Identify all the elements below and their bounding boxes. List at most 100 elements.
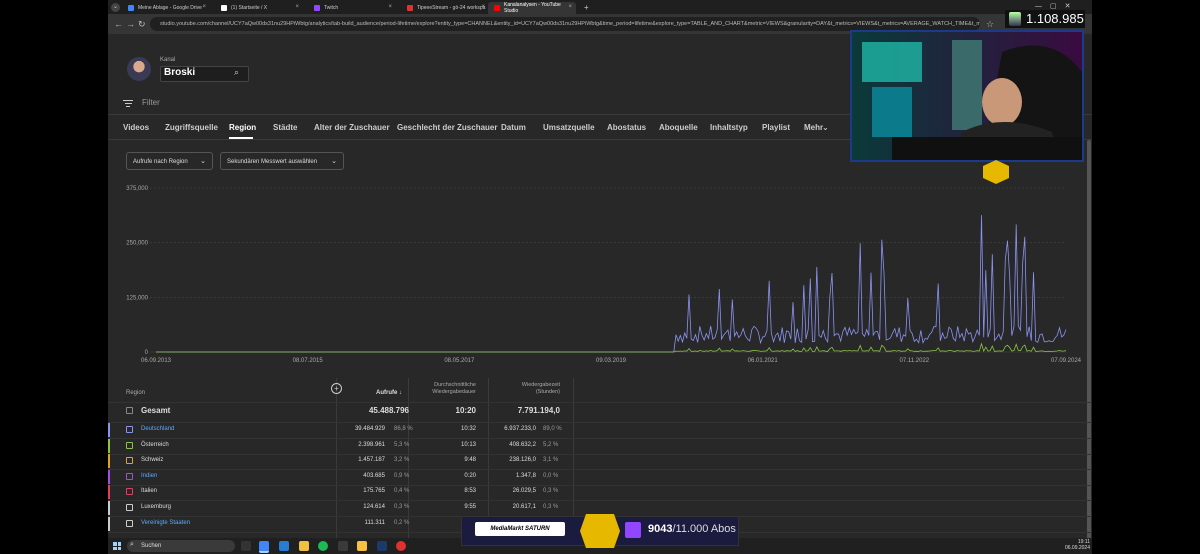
row-checkbox[interactable] xyxy=(126,519,133,527)
region-name[interactable]: Indien xyxy=(141,473,157,479)
browser-tab[interactable]: Kanalanalysen - YouTube Studio × xyxy=(488,2,576,14)
analytics-tab[interactable]: Inhaltstyp xyxy=(710,123,748,132)
channel-label: Kanal xyxy=(160,57,176,63)
task-view-icon[interactable] xyxy=(241,541,251,551)
analytics-tab[interactable]: Playlist xyxy=(762,123,790,132)
row-divider xyxy=(108,453,1092,455)
row-avg-duration: 10:13 xyxy=(460,441,476,448)
analytics-tab[interactable]: Datum xyxy=(501,123,526,132)
viewer-avatar xyxy=(1009,12,1021,26)
x-tick-label: 07.11.2022 xyxy=(900,358,930,364)
sub-goal-target: /11.000 Abos xyxy=(672,523,736,535)
series-line-oesterreich xyxy=(156,342,1067,353)
region-name[interactable]: Deutschland xyxy=(141,426,174,432)
analytics-tab[interactable]: Geschlecht der Zuschauer xyxy=(397,123,497,132)
star-icon[interactable]: ☆ xyxy=(986,17,994,31)
row-checkbox[interactable] xyxy=(126,441,133,449)
region-name[interactable]: Vereinigte Staaten xyxy=(141,520,190,526)
row-views-pct: 0,9 % xyxy=(394,472,410,479)
spotify-icon[interactable] xyxy=(318,541,328,551)
row-views: 175.765 xyxy=(363,488,385,495)
analytics-tab[interactable]: Zugriffsquelle xyxy=(165,123,218,132)
row-checkbox[interactable] xyxy=(126,457,133,465)
add-column-icon[interactable]: + xyxy=(331,383,342,394)
browser-tab[interactable]: Twitch × xyxy=(308,2,396,14)
row-checkbox[interactable] xyxy=(126,504,133,511)
browser-tab[interactable]: (1) Startseite / X × xyxy=(215,2,303,14)
row-color-indicator xyxy=(108,438,110,453)
new-tab-button[interactable]: + xyxy=(584,3,589,12)
row-watch-pct: 0,0 % xyxy=(543,472,559,479)
analytics-tab[interactable]: Alter der Zuschauer xyxy=(314,123,390,132)
row-divider xyxy=(108,484,1092,486)
y-tick-label: 0 xyxy=(145,350,149,356)
close-tab-icon[interactable]: × xyxy=(481,4,485,10)
secondary-metric-label: Sekundären Messwert auswählen xyxy=(227,159,318,165)
tab-menu-icon[interactable]: ⌄ xyxy=(111,3,120,12)
row-color-indicator xyxy=(108,469,110,484)
row-views: 403.685 xyxy=(363,472,385,479)
close-tab-icon[interactable]: × xyxy=(568,4,572,10)
metric-dropdown[interactable]: Aufrufe nach Region ⌄ xyxy=(126,152,213,170)
region-name: Italien xyxy=(141,488,158,495)
viewer-count: 1.108.985 xyxy=(1026,11,1084,26)
window-controls[interactable]: —▢✕ xyxy=(1035,2,1078,10)
row-checkbox[interactable] xyxy=(126,488,133,496)
sponsor-logo: MediaMarkt SATURN xyxy=(475,522,565,536)
row-views-pct: 5,3 % xyxy=(394,441,410,448)
windows-start-icon[interactable] xyxy=(113,542,121,550)
x-tick-label: 09.03.2019 xyxy=(596,358,627,364)
channel-name: Broski xyxy=(164,67,196,78)
analytics-tab[interactable]: Videos xyxy=(123,123,149,132)
row-views-pct: 0,4 % xyxy=(394,488,410,495)
forward-icon[interactable]: → xyxy=(126,17,135,31)
mail-icon[interactable] xyxy=(279,541,289,551)
search-icon[interactable]: ⌕ xyxy=(234,67,239,78)
row-views: 111.311 xyxy=(364,519,385,526)
row-color-indicator xyxy=(108,485,110,500)
analytics-tab[interactable]: Aboquelle xyxy=(659,123,698,132)
sort-arrow-icon: ↓ xyxy=(397,390,403,396)
row-views-pct: 3,2 % xyxy=(394,457,410,464)
analytics-tab[interactable]: Umsatzquelle xyxy=(543,123,595,132)
row-checkbox[interactable] xyxy=(126,426,133,433)
chrome-icon[interactable] xyxy=(259,541,269,553)
browser-tab[interactable]: Meine Ablage - Google Drive × xyxy=(122,2,210,14)
filter-input[interactable]: Filter xyxy=(142,98,160,107)
analytics-tab[interactable]: Region xyxy=(229,123,256,132)
row-watch-time: 1.347,8 xyxy=(515,472,536,479)
reload-icon[interactable]: ↻ xyxy=(138,17,146,31)
row-checkbox[interactable] xyxy=(126,472,133,480)
total-watch-time: 7.791.194,0 xyxy=(517,406,560,415)
chevron-down-icon: ⌄ xyxy=(331,158,337,165)
row-color-indicator xyxy=(108,423,110,437)
close-tab-icon[interactable]: × xyxy=(295,4,299,10)
close-tab-icon[interactable]: × xyxy=(202,4,206,10)
app-icon[interactable] xyxy=(338,541,348,551)
row-views: 1.457.187 xyxy=(358,457,385,464)
analytics-tab[interactable]: Abostatus xyxy=(607,123,646,132)
tab-favicon-icon xyxy=(494,5,500,11)
taskbar-search-icon: ⌕ xyxy=(130,541,134,548)
analytics-tab[interactable]: Mehr xyxy=(804,123,823,132)
row-watch-pct: 3,1 % xyxy=(543,457,559,464)
secondary-metric-dropdown[interactable]: Sekundären Messwert auswählen ⌄ xyxy=(220,152,344,170)
series-line-deutschland xyxy=(156,215,1067,353)
browser-tab[interactable]: TipeeeStream - gö-24 workspa × xyxy=(401,2,489,14)
channel-logo xyxy=(580,514,620,548)
tab-favicon-icon xyxy=(128,5,134,11)
header-views[interactable]: Aufrufe ↓ xyxy=(376,390,402,396)
address-bar[interactable]: studio.youtube.com/channel/UCY7aQw00ds31… xyxy=(150,17,980,31)
total-checkbox[interactable] xyxy=(126,407,133,414)
row-watch-pct: 0,3 % xyxy=(543,488,559,495)
app-icon[interactable] xyxy=(357,541,367,551)
app-icon[interactable] xyxy=(377,541,387,551)
close-tab-icon[interactable]: × xyxy=(388,4,392,10)
explorer-icon[interactable] xyxy=(299,541,309,551)
back-icon[interactable]: ← xyxy=(114,17,123,31)
taskbar-search[interactable]: Suchen xyxy=(127,540,235,552)
analytics-tab[interactable]: Städte xyxy=(273,123,297,132)
app-icon[interactable] xyxy=(396,541,406,551)
row-color-indicator xyxy=(108,516,110,531)
filter-icon[interactable] xyxy=(123,98,133,109)
